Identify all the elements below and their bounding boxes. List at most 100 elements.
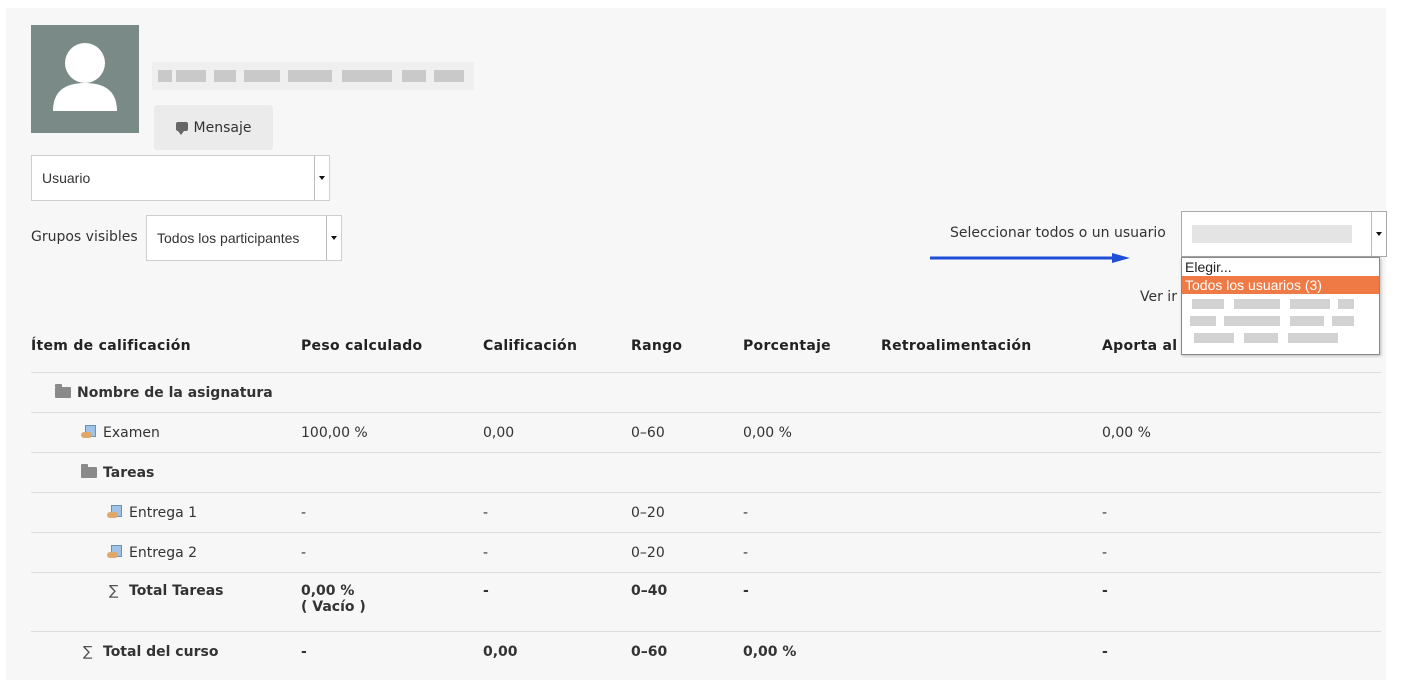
pct-cell: 0,00 % — [743, 412, 881, 453]
aporta-cell: - — [1102, 572, 1381, 632]
rango-cell: 0–60 — [631, 412, 743, 453]
avatar[interactable] — [31, 25, 139, 133]
calif-cell: 0,00 — [483, 412, 631, 453]
table-row: Examen 100,00 % 0,00 0–60 0,00 % 0,00 % — [31, 412, 1381, 453]
aporta-cell — [1102, 452, 1381, 493]
col-header-porcentaje[interactable]: Porcentaje — [743, 320, 881, 373]
pct-cell — [743, 452, 881, 493]
dropdown-option[interactable]: Elegir... — [1182, 258, 1379, 276]
item-label: Total Tareas — [129, 583, 224, 599]
user-select-value-blurred — [1192, 212, 1356, 256]
dropdown-option-blurred[interactable] — [1182, 311, 1379, 328]
retro-cell — [881, 572, 1102, 632]
peso-cell: 0,00 %( Vacío ) — [301, 572, 483, 632]
item-label[interactable]: Examen — [103, 425, 160, 441]
calif-cell: - — [483, 532, 631, 573]
table-row: Nombre de la asignatura — [31, 372, 1381, 413]
retro-cell — [881, 412, 1102, 453]
calif-cell: - — [483, 492, 631, 533]
item-label[interactable]: Entrega 2 — [129, 545, 197, 561]
item-label[interactable]: Entrega 1 — [129, 505, 197, 521]
col-header-calificacion[interactable]: Calificación — [483, 320, 631, 373]
dropdown-option-blurred[interactable] — [1182, 328, 1379, 345]
user-silhouette-icon — [53, 43, 117, 111]
item-cell: Tareas — [31, 452, 301, 493]
chevron-down-icon — [314, 156, 329, 200]
retro-cell — [881, 372, 1102, 413]
calif-cell: 0,00 — [483, 631, 631, 671]
calif-cell — [483, 452, 631, 493]
chevron-down-icon — [1371, 212, 1386, 256]
peso-cell: - — [301, 631, 483, 671]
pct-cell: - — [743, 532, 881, 573]
peso-note: ( Vacío ) — [301, 599, 366, 615]
item-cell: Nombre de la asignatura — [31, 372, 301, 413]
retro-cell — [881, 452, 1102, 493]
table-row: ∑ Total Tareas 0,00 %( Vacío ) - 0–40 - - — [31, 572, 1381, 632]
sigma-icon: ∑ — [83, 643, 93, 660]
retro-cell — [881, 532, 1102, 573]
groups-select-value: Todos los participantes — [157, 230, 300, 246]
aporta-cell: - — [1102, 492, 1381, 533]
calif-cell — [483, 372, 631, 413]
view-select[interactable]: Usuario — [31, 155, 330, 201]
folder-icon — [55, 383, 71, 398]
aporta-cell: 0,00 % — [1102, 412, 1381, 453]
pct-cell: 0,00 % — [743, 631, 881, 671]
assignment-icon — [81, 424, 97, 439]
message-button-label: Mensaje — [193, 119, 252, 136]
rango-cell: 0–20 — [631, 532, 743, 573]
table-row: Entrega 2 - - 0–20 - - — [31, 532, 1381, 573]
rango-cell — [631, 372, 743, 413]
sigma-icon: ∑ — [109, 583, 119, 599]
table-header-row: Ítem de calificación Peso calculado Cali… — [31, 320, 1381, 373]
col-header-item[interactable]: Ítem de calificación — [31, 320, 301, 373]
pct-cell: - — [743, 492, 881, 533]
peso-cell — [301, 372, 483, 413]
peso-cell: - — [301, 492, 483, 533]
groups-select[interactable]: Todos los participantes — [146, 215, 342, 261]
grader-report-page: Mensaje Usuario Grupos visibles Todos lo… — [6, 8, 1387, 680]
item-cell: ∑ Total Tareas — [31, 572, 301, 632]
table-row: Tareas — [31, 452, 1381, 493]
retro-cell — [881, 631, 1102, 671]
table-row: ∑ Total del curso - 0,00 0–60 0,00 % - — [31, 631, 1381, 671]
item-cell: Entrega 2 — [31, 532, 301, 573]
col-header-retroalimentacion[interactable]: Retroalimentación — [881, 320, 1102, 373]
rango-cell: 0–40 — [631, 572, 743, 632]
col-header-peso[interactable]: Peso calculado — [301, 320, 483, 373]
peso-value: 0,00 % — [301, 583, 355, 599]
assignment-icon — [107, 544, 123, 559]
user-name-blurred — [152, 62, 474, 90]
assignment-icon — [107, 504, 123, 519]
item-cell: ∑ Total del curso — [31, 631, 301, 671]
rango-cell: 0–20 — [631, 492, 743, 533]
chevron-down-icon — [326, 216, 341, 260]
grades-table: Ítem de calificación Peso calculado Cali… — [31, 320, 1381, 671]
rango-cell: 0–60 — [631, 631, 743, 671]
item-cell: Examen — [31, 412, 301, 453]
calif-cell: - — [483, 572, 631, 632]
aporta-cell: - — [1102, 631, 1381, 671]
peso-cell: 100,00 % — [301, 412, 483, 453]
item-label: Total del curso — [103, 643, 219, 660]
message-button[interactable]: Mensaje — [154, 105, 273, 150]
item-label: Nombre de la asignatura — [77, 384, 273, 401]
user-select[interactable] — [1181, 211, 1387, 257]
aporta-cell: - — [1102, 532, 1381, 573]
user-select-label: Seleccionar todos o un usuario — [950, 225, 1166, 241]
item-cell: Entrega 1 — [31, 492, 301, 533]
pct-cell — [743, 372, 881, 413]
aporta-cell — [1102, 372, 1381, 413]
user-select-dropdown[interactable]: Elegir... Todos los usuarios (3) — [1181, 257, 1380, 355]
dropdown-option-selected[interactable]: Todos los usuarios (3) — [1182, 276, 1379, 294]
peso-cell — [301, 452, 483, 493]
rango-cell — [631, 452, 743, 493]
view-report-link[interactable]: Ver ir — [1140, 289, 1177, 305]
peso-cell: - — [301, 532, 483, 573]
item-label: Tareas — [103, 464, 155, 481]
pct-cell: - — [743, 572, 881, 632]
col-header-rango[interactable]: Rango — [631, 320, 743, 373]
groups-label: Grupos visibles — [31, 229, 138, 245]
dropdown-option-blurred[interactable] — [1182, 294, 1379, 311]
